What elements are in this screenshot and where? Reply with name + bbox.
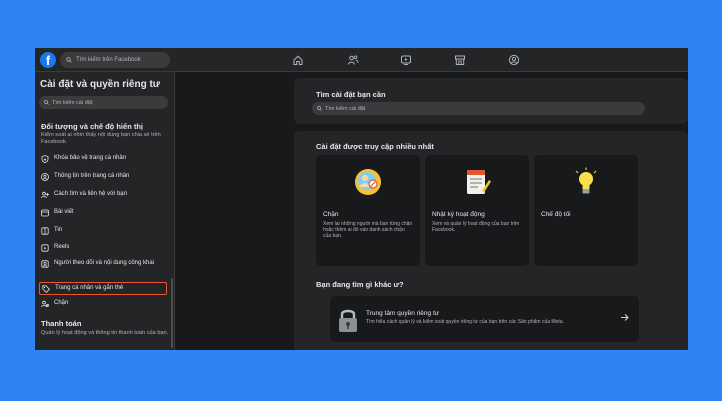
reels-icon: [41, 244, 49, 252]
sidebar-item-profile-info[interactable]: Thông tin trên trang cá nhân: [39, 173, 167, 181]
main-search-placeholder: Tìm kiếm cài đặt: [325, 105, 366, 112]
activity-log-illustration-icon: [467, 170, 491, 194]
search-card-title: Tìm cài đặt bạn cần: [316, 90, 386, 99]
activity-log-tile-description: Xem và quản lý hoạt động của bạn trên Fa…: [432, 221, 520, 233]
activity-log-tile[interactable]: Nhật ký hoạt động Xem và quản lý hoạt độ…: [425, 155, 529, 266]
frequent-settings-title: Cài đặt được truy cập nhiều nhất: [316, 142, 434, 151]
section-heading-payments: Thanh toán: [41, 319, 82, 328]
privacy-center-description: Tìm hiểu cách quản lý và kiểm soát quyền…: [366, 319, 564, 325]
stories-icon: [41, 227, 49, 235]
sidebar-item-label: Trang cá nhân và gắn thẻ: [55, 285, 124, 291]
settings-search-placeholder: Tìm kiếm cài đặt: [52, 99, 93, 106]
search-icon: [317, 106, 322, 111]
sidebar-item-posts[interactable]: Bài viết: [39, 209, 167, 217]
activity-log-tile-title: Nhật ký hoạt động: [432, 211, 485, 218]
sidebar-item-label: Thông tin trên trang cá nhân: [54, 173, 130, 179]
sidebar-item-label: Reels: [54, 244, 70, 250]
facebook-window: f Tìm kiếm trên Facebook Cài đặt và quyề…: [35, 48, 688, 350]
blocking-tile-description: Xem lại những người mà bạn từng chặn hoặ…: [323, 221, 413, 239]
home-icon[interactable]: [292, 54, 304, 66]
search-icon: [66, 57, 72, 63]
groups-icon[interactable]: [508, 54, 520, 66]
sidebar-scrollbar[interactable]: [171, 278, 173, 348]
find-contact-icon: [41, 191, 49, 199]
posts-icon: [41, 209, 49, 217]
sidebar-item-label: Tin: [54, 227, 63, 233]
friends-icon[interactable]: [347, 54, 359, 66]
section-heading-audience: Đối tượng và chế độ hiển thị: [41, 122, 144, 131]
dark-mode-tile-title: Chế độ tối: [541, 211, 571, 218]
sidebar-title: Cài đặt và quyền riêng tư: [40, 79, 161, 90]
sidebar-item-find-contact[interactable]: Cách tìm và liên hệ với bạn: [39, 191, 167, 199]
settings-search-input[interactable]: Tìm kiếm cài đặt: [39, 96, 168, 109]
arrow-right-icon: [620, 313, 629, 322]
marketplace-icon[interactable]: [454, 54, 466, 66]
padlock-icon: [339, 309, 357, 332]
main-settings-search-input[interactable]: Tìm kiếm cài đặt: [312, 102, 645, 115]
looking-for-else-heading: Bạn đang tìm gì khác ư?: [316, 280, 404, 289]
watch-icon[interactable]: [400, 54, 412, 66]
sidebar-item-blocking[interactable]: Chặn: [39, 300, 167, 308]
privacy-center-link[interactable]: Trung tâm quyền riêng tư Tìm hiểu cách q…: [330, 296, 639, 342]
block-user-icon: [41, 300, 49, 308]
sidebar-item-label: Chặn: [54, 300, 69, 306]
sidebar-item-label: Khóa bảo vệ trang cá nhân: [54, 155, 127, 161]
frequent-settings-card: Cài đặt được truy cập nhiều nhất Chặn Xe…: [294, 131, 688, 350]
sidebar-item-label: Người theo dõi và nội dung công khai: [54, 260, 155, 266]
blocking-tile[interactable]: Chặn Xem lại những người mà bạn từng chặ…: [316, 155, 420, 266]
sidebar-item-profile-lock[interactable]: Khóa bảo vệ trang cá nhân: [39, 155, 167, 163]
top-navigation-bar: f Tìm kiếm trên Facebook: [35, 48, 688, 72]
sidebar-item-profile-tagging[interactable]: Trang cá nhân và gắn thẻ: [39, 282, 167, 295]
dark-mode-tile[interactable]: Chế độ tối: [534, 155, 638, 266]
settings-search-card: Tìm cài đặt bạn cần Tìm kiếm cài đặt: [294, 78, 688, 124]
settings-sidebar: Cài đặt và quyền riêng tư Tìm kiếm cài đ…: [35, 72, 175, 350]
facebook-search-placeholder: Tìm kiếm trên Facebook: [76, 57, 141, 63]
facebook-logo[interactable]: f: [40, 52, 56, 68]
sidebar-item-followers[interactable]: Người theo dõi và nội dung công khai: [39, 260, 167, 268]
shield-lock-icon: [41, 155, 49, 163]
search-icon: [44, 100, 49, 105]
blocking-tile-title: Chặn: [323, 211, 339, 218]
profile-info-icon: [41, 173, 49, 181]
blocking-illustration-icon: [355, 169, 381, 195]
tag-icon: [42, 284, 50, 293]
facebook-search-input[interactable]: Tìm kiếm trên Facebook: [60, 52, 170, 68]
light-bulb-icon: [575, 167, 597, 194]
sidebar-item-label: Cách tìm và liên hệ với bạn: [54, 191, 127, 197]
followers-icon: [41, 260, 49, 268]
privacy-center-title: Trung tâm quyền riêng tư: [366, 310, 440, 317]
sidebar-item-label: Bài viết: [54, 209, 74, 215]
section-description-payments: Quản lý hoạt động và thông tin thanh toá…: [41, 330, 169, 336]
sidebar-item-stories[interactable]: Tin: [39, 227, 167, 235]
section-description-audience: Kiểm soát ai nhìn thấy nội dung bạn chia…: [41, 132, 161, 145]
sidebar-item-reels[interactable]: Reels: [39, 244, 167, 252]
